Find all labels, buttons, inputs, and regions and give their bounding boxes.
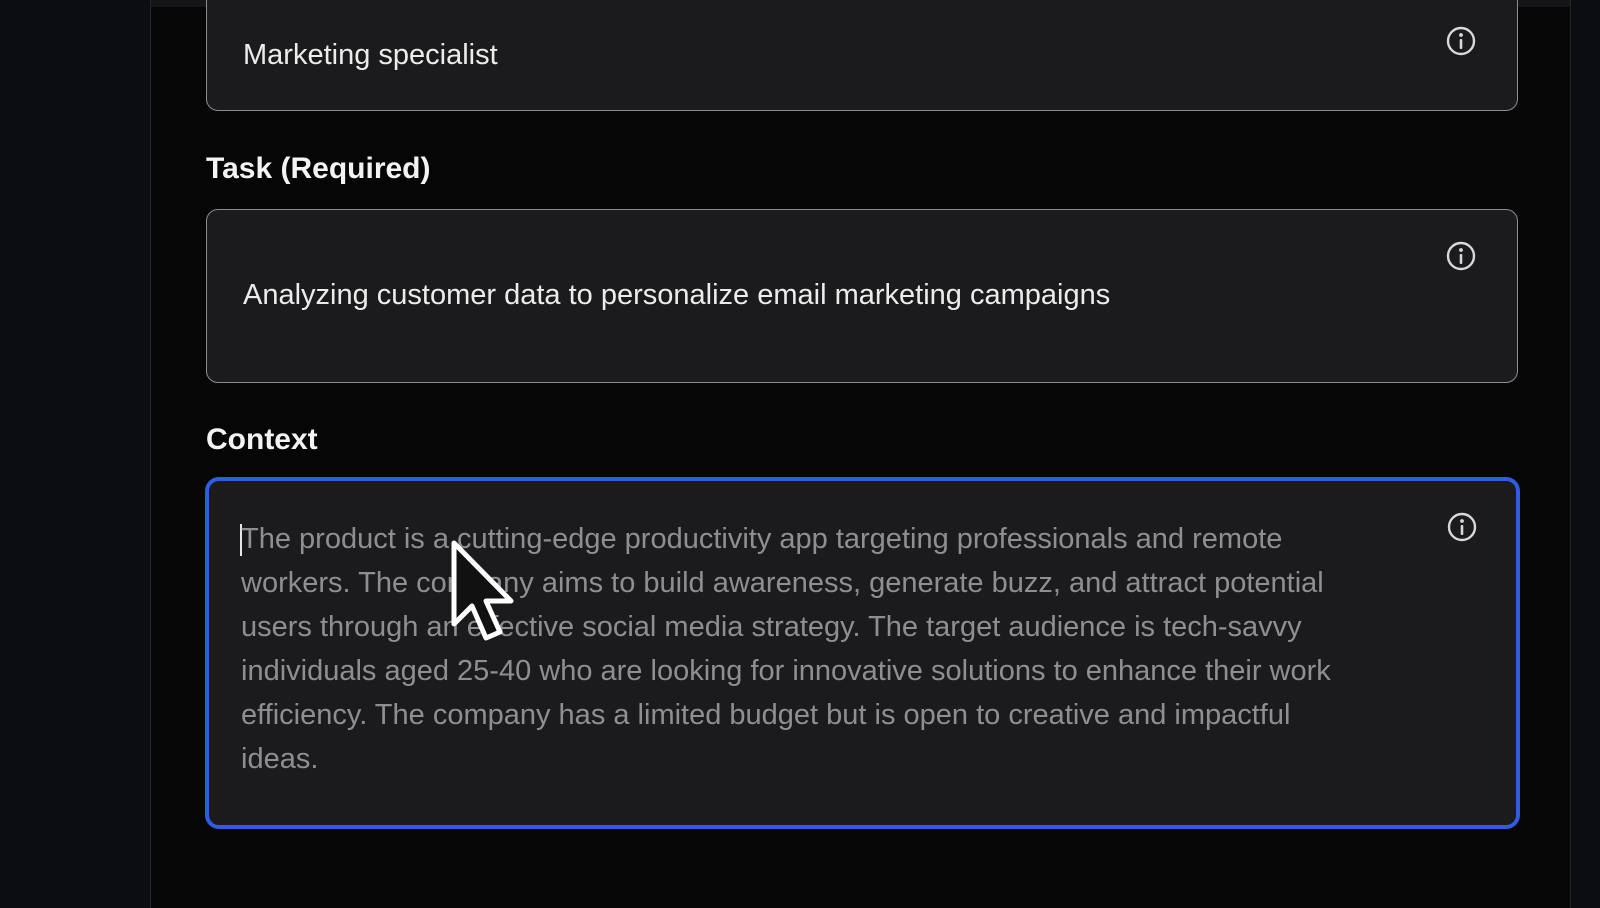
task-field[interactable]: Analyzing customer data to personalize e… (206, 209, 1518, 383)
task-label: Task (Required) (206, 152, 431, 185)
left-sidebar (0, 0, 151, 908)
context-textarea[interactable]: The product is a cutting-edge productivi… (205, 477, 1520, 829)
info-circle-icon[interactable] (1445, 240, 1477, 272)
right-gutter (1570, 0, 1600, 908)
context-placeholder: The product is a cutting-edge productivi… (241, 523, 1331, 775)
info-circle-icon[interactable] (1446, 511, 1478, 543)
info-circle-icon[interactable] (1445, 25, 1477, 57)
task-field-value: Analyzing customer data to personalize e… (243, 279, 1111, 311)
context-label: Context (206, 423, 318, 456)
form-page: Marketing specialist Task (Required) Ana… (0, 0, 1600, 908)
role-field-value: Marketing specialist (243, 39, 498, 71)
role-field[interactable]: Marketing specialist (206, 0, 1518, 111)
